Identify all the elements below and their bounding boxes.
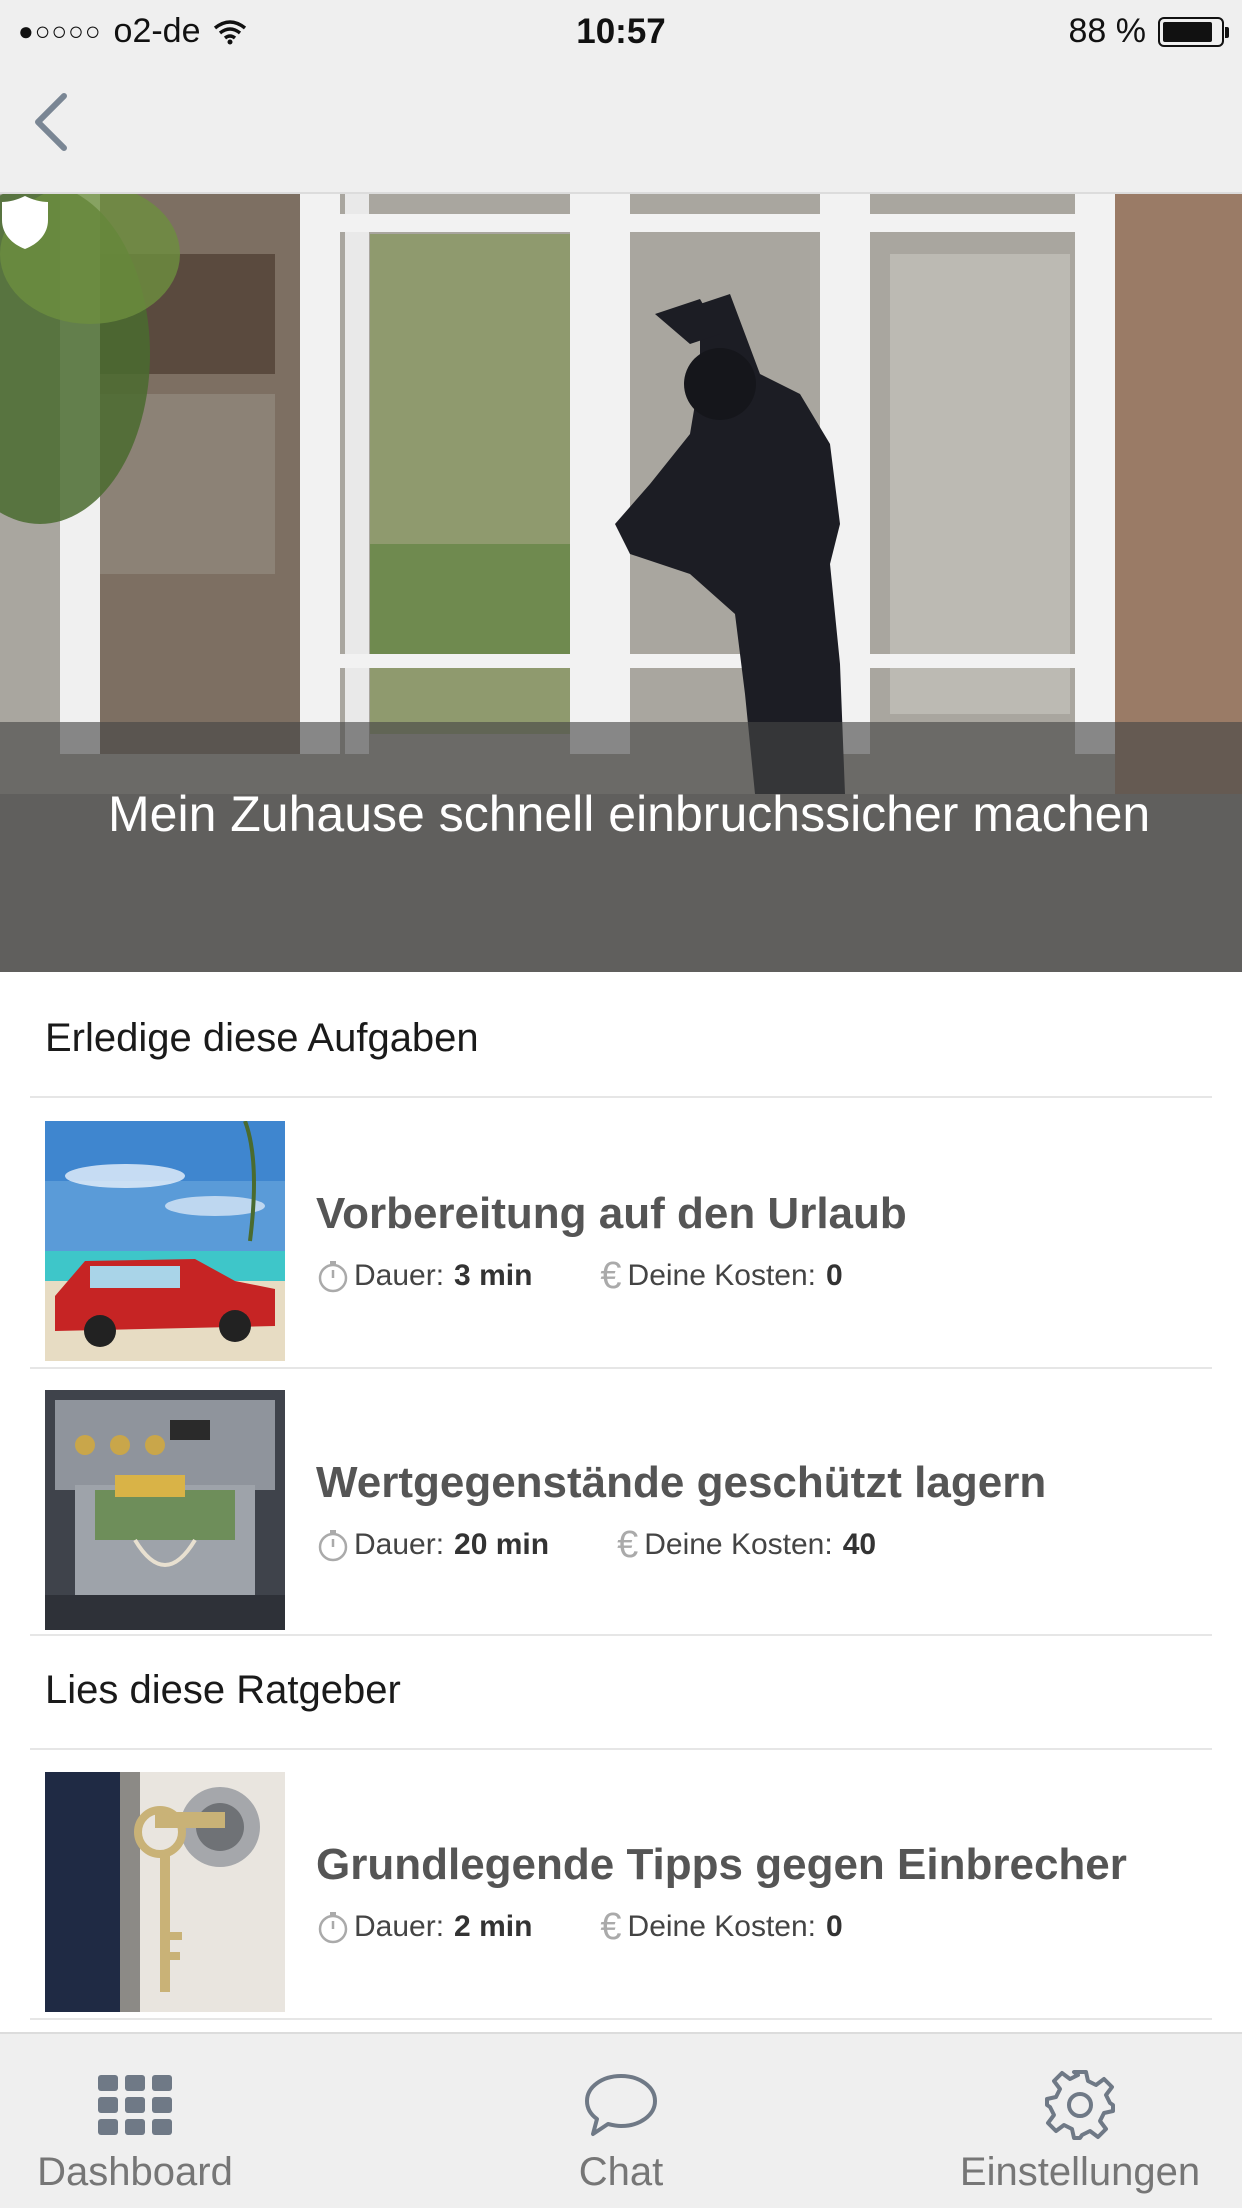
cost-value: 40 xyxy=(842,1528,877,1561)
tab-settings-label: Einstellungen xyxy=(959,2150,1201,2194)
battery-percent: 88 % xyxy=(1068,12,1147,50)
guide-title: Grundlegende Tipps gegen Einbrecher xyxy=(316,1840,1127,1889)
tab-dashboard[interactable]: Dashboard xyxy=(30,2034,240,2210)
stopwatch-icon xyxy=(318,1261,348,1293)
chat-bubble-icon xyxy=(583,2070,659,2140)
tab-bar: Dashboard Chat Einstellungen xyxy=(0,2032,1242,2208)
guide-meta: Dauer: 2 min € Deine Kosten: 0 xyxy=(316,1906,843,1948)
hero-title-band xyxy=(0,722,1242,972)
duration-label: Dauer: xyxy=(354,1528,445,1561)
status-time: 10:57 xyxy=(576,12,666,51)
divider xyxy=(30,1748,1212,1750)
status-right: 88 % xyxy=(1068,12,1229,51)
grid-icon xyxy=(98,2070,172,2140)
duration-value: 3 min xyxy=(454,1259,533,1292)
guides-section-heading: Lies diese Ratgeber xyxy=(45,1668,401,1712)
status-bar: ●○○○○ o2-de 10:57 88 % xyxy=(0,0,1242,62)
safe-thumbnail xyxy=(45,1390,285,1630)
divider xyxy=(30,2018,1212,2020)
task-title: Vorbereitung auf den Urlaub xyxy=(316,1189,907,1238)
euro-icon: € xyxy=(617,1524,639,1566)
hero-banner[interactable]: Mein Zuhause schnell einbruchssicher mac… xyxy=(0,194,1242,972)
euro-icon: € xyxy=(600,1906,622,1948)
cost-label: Deine Kosten: xyxy=(644,1528,833,1561)
stopwatch-icon xyxy=(318,1530,348,1562)
key-thumbnail xyxy=(45,1772,285,2012)
tab-settings[interactable]: Einstellungen xyxy=(940,2034,1220,2210)
guide-card-basic-tips[interactable]: Grundlegende Tipps gegen Einbrecher Daue… xyxy=(0,1772,1242,2040)
task-title: Wertgegenstände geschützt lagern xyxy=(316,1458,1047,1507)
task-meta: Dauer: 3 min € Deine Kosten: 0 xyxy=(316,1255,843,1297)
battery-icon xyxy=(1158,16,1229,47)
task-card-valuables[interactable]: Wertgegenstände geschützt lagern Dauer: … xyxy=(0,1390,1242,1658)
tab-chat[interactable]: Chat xyxy=(521,2034,721,2210)
divider xyxy=(30,1634,1212,1636)
tab-chat-label: Chat xyxy=(578,2150,664,2194)
cost-value: 0 xyxy=(826,1910,843,1943)
vacation-thumbnail xyxy=(45,1121,285,1361)
divider xyxy=(30,1096,1212,1098)
euro-icon: € xyxy=(600,1255,622,1297)
task-meta: Dauer: 20 min € Deine Kosten: 40 xyxy=(316,1524,877,1566)
duration-value: 2 min xyxy=(454,1910,533,1943)
cost-label: Deine Kosten: xyxy=(627,1259,816,1292)
duration-label: Dauer: xyxy=(354,1259,445,1292)
cost-label: Deine Kosten: xyxy=(627,1910,816,1943)
shield-icon xyxy=(2,196,48,249)
back-chevron-icon[interactable] xyxy=(26,82,86,162)
hero-title: Mein Zuhause schnell einbruchssicher mac… xyxy=(108,786,1151,842)
navigation-bar xyxy=(0,62,1242,194)
cost-value: 0 xyxy=(826,1259,843,1292)
task-card-vacation[interactable]: Vorbereitung auf den Urlaub Dauer: 3 min… xyxy=(0,1121,1242,1389)
duration-label: Dauer: xyxy=(354,1910,445,1943)
gear-icon xyxy=(1043,2070,1117,2140)
divider xyxy=(30,1367,1212,1369)
tab-dashboard-label: Dashboard xyxy=(37,2150,233,2194)
tasks-section-heading: Erledige diese Aufgaben xyxy=(45,1016,479,1060)
duration-value: 20 min xyxy=(454,1528,550,1561)
stopwatch-icon xyxy=(318,1912,348,1944)
